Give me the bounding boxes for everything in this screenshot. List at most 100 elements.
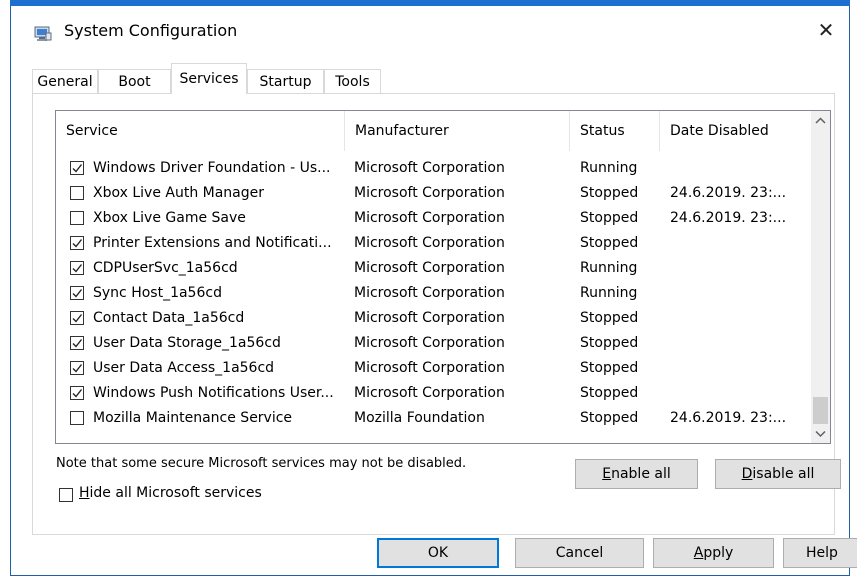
service-name: User Data Storage_1a56cd <box>93 335 281 351</box>
tab-boot[interactable]: Boot <box>98 69 171 93</box>
checkmark-icon <box>72 164 83 173</box>
service-manufacturer: Microsoft Corporation <box>354 210 505 226</box>
service-checkbox[interactable] <box>70 236 84 250</box>
service-status: Stopped <box>580 210 639 226</box>
services-panel: Service Manufacturer Status Date Disable… <box>32 93 841 535</box>
service-status: Running <box>580 160 638 176</box>
service-name: Windows Driver Foundation - Us... <box>93 160 331 176</box>
service-manufacturer: Microsoft Corporation <box>354 385 505 401</box>
ok-button[interactable]: OK <box>377 538 499 568</box>
checkmark-icon <box>72 264 83 273</box>
column-header-service[interactable]: Service <box>56 111 343 151</box>
service-name: Xbox Live Auth Manager <box>93 185 265 201</box>
secure-services-note: Note that some secure Microsoft services… <box>56 456 467 471</box>
column-header-date-disabled[interactable]: Date Disabled <box>660 111 810 151</box>
apply-button[interactable]: Apply <box>653 538 774 568</box>
service-status: Running <box>580 260 638 276</box>
title-bar: System Configuration ✕ <box>11 6 849 62</box>
service-checkbox[interactable] <box>70 286 84 300</box>
table-row[interactable]: Printer Extensions and Notificati... Micr… <box>56 231 813 256</box>
service-date-disabled <box>670 258 810 279</box>
chevron-up-icon[interactable] <box>811 111 830 130</box>
table-row[interactable]: User Data Storage_1a56cd Microsoft Corpor… <box>56 331 813 356</box>
table-row[interactable]: Sync Host_1a56cd Microsoft Corporation Run… <box>56 281 813 306</box>
apply-label: pply <box>703 545 734 561</box>
hide-accel: H <box>79 485 90 501</box>
service-date-disabled <box>670 233 810 254</box>
column-header-manufacturer[interactable]: Manufacturer <box>345 111 569 151</box>
service-manufacturer: Microsoft Corporation <box>354 335 505 351</box>
hide-label-text: ide all Microsoft services <box>89 485 262 501</box>
list-header: Service Manufacturer Status Date Disable… <box>56 111 813 151</box>
disable-all-label: isable all <box>752 466 815 482</box>
tab-tools[interactable]: Tools <box>324 69 381 93</box>
services-list[interactable]: Service Manufacturer Status Date Disable… <box>55 110 831 444</box>
column-header-status[interactable]: Status <box>570 111 659 151</box>
disable-all-accel: D <box>741 466 753 482</box>
service-status: Stopped <box>580 185 639 201</box>
service-checkbox[interactable] <box>70 361 84 375</box>
service-name: Contact Data_1a56cd <box>93 310 245 326</box>
system-configuration-icon <box>34 26 52 42</box>
service-name: CDPUserSvc_1a56cd <box>93 260 238 276</box>
service-checkbox[interactable] <box>70 186 84 200</box>
service-date-disabled: 24.6.2019. 23:... <box>670 185 787 201</box>
table-row[interactable]: Contact Data_1a56cd Microsoft Corporation… <box>56 306 813 331</box>
apply-accel: A <box>693 545 704 561</box>
service-date-disabled <box>670 358 810 379</box>
table-row[interactable]: Windows Driver Foundation - Us... Microso… <box>56 156 813 181</box>
service-manufacturer: Microsoft Corporation <box>354 260 505 276</box>
close-icon[interactable]: ✕ <box>803 10 849 50</box>
window-title: System Configuration <box>64 21 238 40</box>
service-date-disabled <box>670 383 810 404</box>
hide-microsoft-services-checkbox[interactable] <box>59 488 73 502</box>
hide-microsoft-services-label[interactable]: Hide all Microsoft services <box>79 485 262 501</box>
checkmark-icon <box>72 314 83 323</box>
service-name: Printer Extensions and Notificati... <box>93 235 332 251</box>
service-date-disabled: 24.6.2019. 23:... <box>670 410 787 426</box>
checkmark-icon <box>72 239 83 248</box>
service-status: Stopped <box>580 385 639 401</box>
service-status: Stopped <box>580 310 639 326</box>
service-date-disabled <box>670 308 810 329</box>
table-row[interactable]: User Data Access_1a56cd Microsoft Corpora… <box>56 356 813 381</box>
enable-all-accel: E <box>602 466 612 482</box>
tab-services[interactable]: Services <box>171 63 247 94</box>
chevron-down-icon[interactable] <box>811 424 830 443</box>
system-configuration-window: System Configuration ✕ General Boot Serv… <box>10 0 857 576</box>
service-checkbox[interactable] <box>70 261 84 275</box>
service-date-disabled <box>670 158 810 179</box>
service-manufacturer: Microsoft Corporation <box>354 160 505 176</box>
service-date-disabled <box>670 283 810 304</box>
vertical-scrollbar[interactable] <box>811 111 830 443</box>
checkmark-icon <box>72 389 83 398</box>
service-manufacturer: Microsoft Corporation <box>354 285 505 301</box>
service-checkbox[interactable] <box>70 161 84 175</box>
service-manufacturer: Microsoft Corporation <box>354 185 505 201</box>
disable-all-button[interactable]: Disable all <box>715 459 841 489</box>
table-row[interactable]: Xbox Live Game Save Microsoft Corporation… <box>56 206 813 231</box>
service-name: Windows Push Notifications User... <box>93 385 334 401</box>
service-checkbox[interactable] <box>70 386 84 400</box>
service-manufacturer: Microsoft Corporation <box>354 360 505 376</box>
service-name: Xbox Live Game Save <box>93 210 246 226</box>
scrollbar-thumb[interactable] <box>813 397 828 424</box>
help-button[interactable]: Help <box>783 538 857 568</box>
enable-all-button[interactable]: Enable all <box>575 459 698 489</box>
service-manufacturer: Mozilla Foundation <box>354 410 485 426</box>
tab-startup[interactable]: Startup <box>247 69 324 93</box>
table-row[interactable]: Xbox Live Auth Manager Microsoft Corporat… <box>56 181 813 206</box>
service-name: User Data Access_1a56cd <box>93 360 275 376</box>
service-checkbox[interactable] <box>70 211 84 225</box>
table-row[interactable]: Mozilla Maintenance Service Mozilla Found… <box>56 406 813 431</box>
service-status: Stopped <box>580 410 639 426</box>
service-name: Mozilla Maintenance Service <box>93 410 293 426</box>
tab-general[interactable]: General <box>32 69 98 93</box>
table-row[interactable]: CDPUserSvc_1a56cd Microsoft Corporation Ru… <box>56 256 813 281</box>
service-checkbox[interactable] <box>70 411 84 425</box>
service-checkbox[interactable] <box>70 336 84 350</box>
cancel-button[interactable]: Cancel <box>515 538 644 568</box>
table-row[interactable]: Windows Push Notifications User... Micros… <box>56 381 813 406</box>
service-checkbox[interactable] <box>70 311 84 325</box>
service-name: Sync Host_1a56cd <box>93 285 222 301</box>
